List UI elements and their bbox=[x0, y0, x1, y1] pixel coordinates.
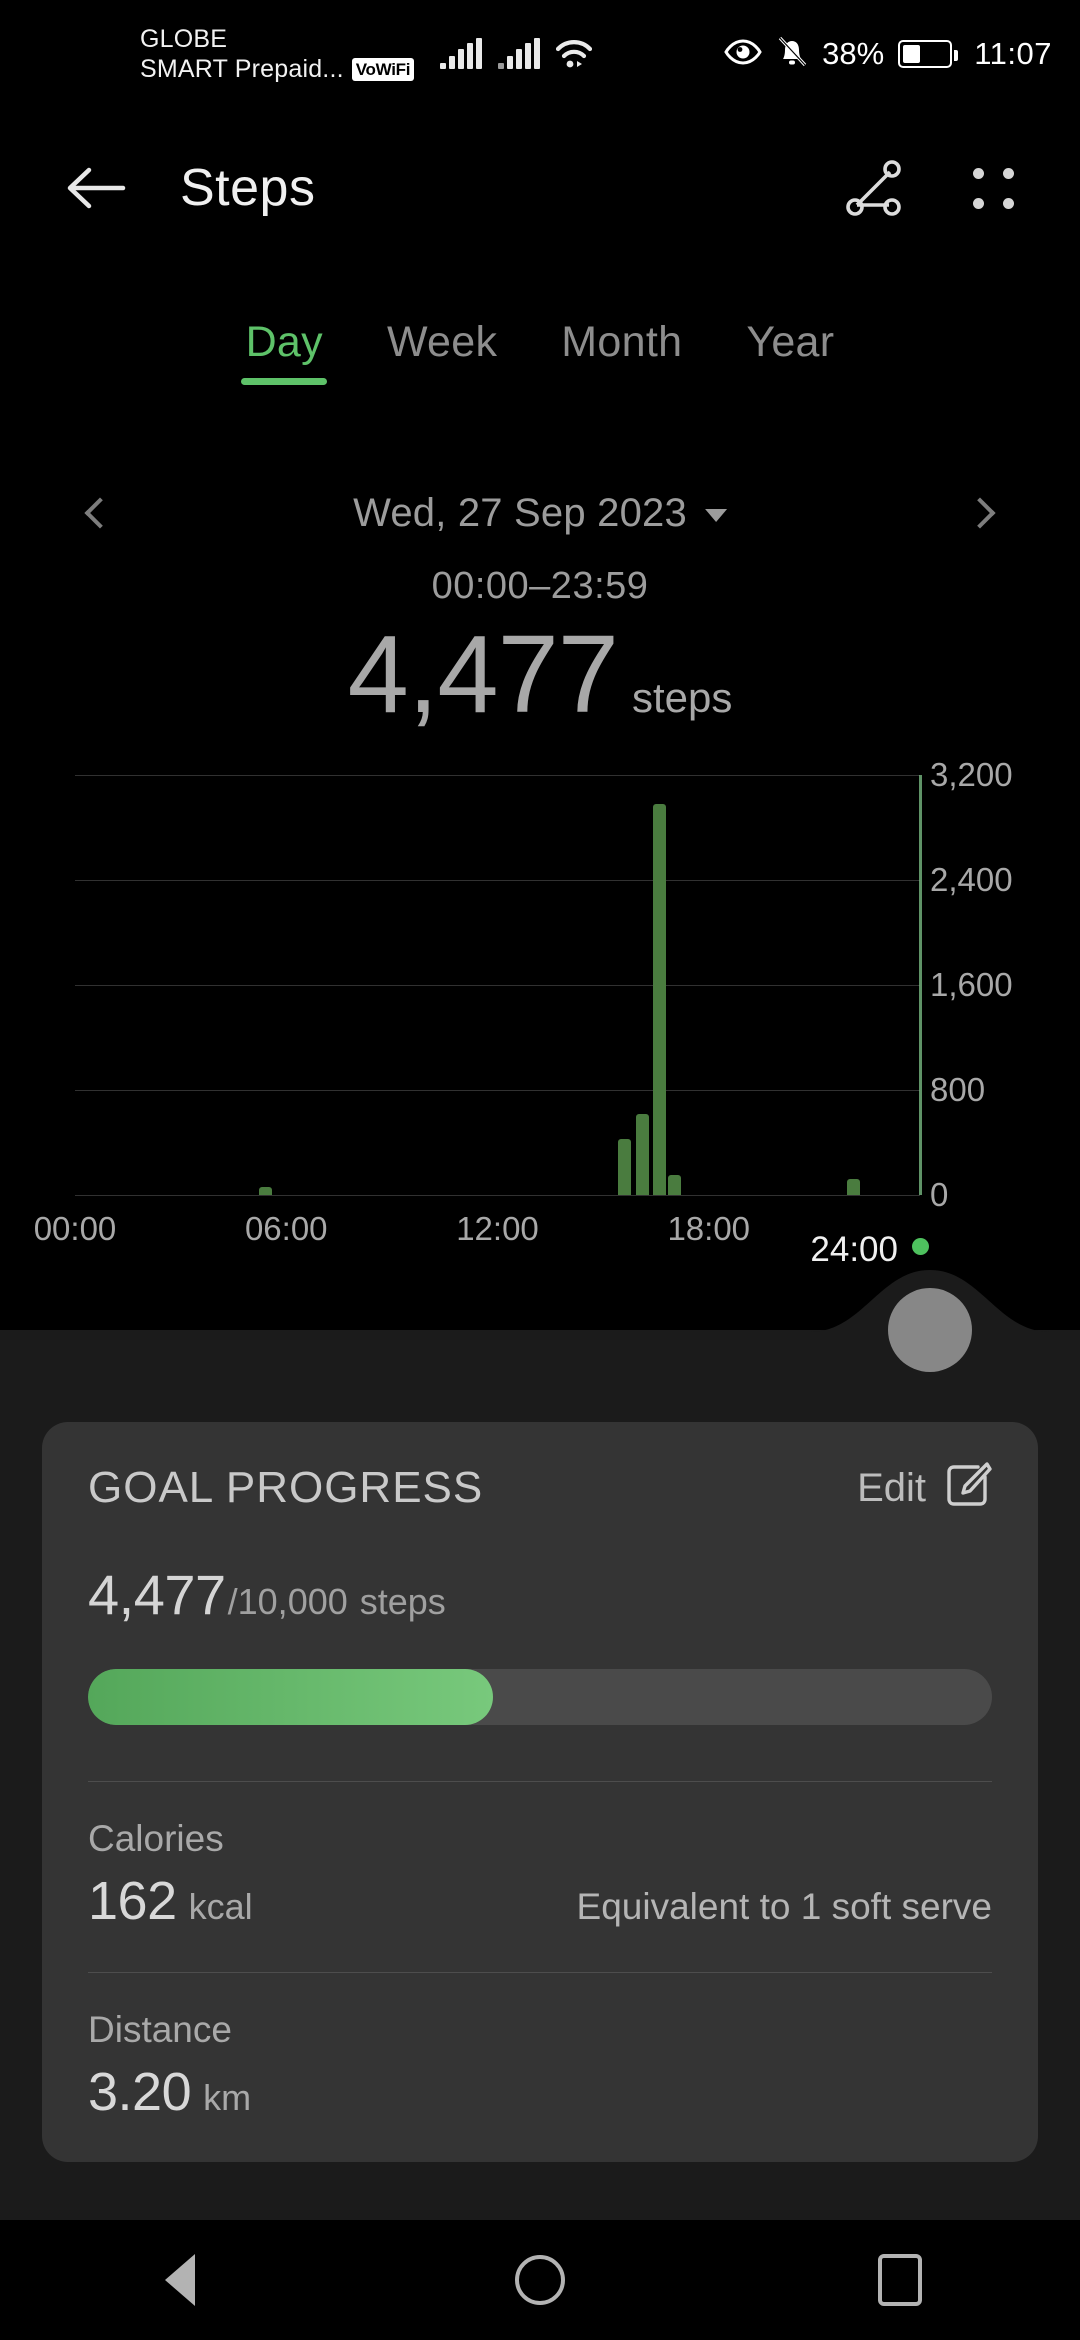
carrier-name-secondary: SMART Prepaid... bbox=[140, 55, 344, 83]
next-day-button[interactable] bbox=[940, 470, 1020, 556]
goal-card-title: GOAL PROGRESS bbox=[88, 1463, 484, 1512]
goal-progress-card: GOAL PROGRESS Edit 4,477 /10,000 steps C… bbox=[42, 1422, 1038, 2162]
battery-icon bbox=[898, 40, 959, 68]
chart-bar bbox=[259, 1187, 273, 1195]
card-divider bbox=[88, 1972, 992, 1973]
chart-x-tick-label: 12:00 bbox=[456, 1210, 539, 1247]
chart-y-tick-label: 1,600 bbox=[930, 966, 1013, 1003]
pencil-square-icon bbox=[942, 1461, 992, 1516]
metric-calories-value: 162 bbox=[88, 1871, 177, 1931]
carrier-name-primary: GLOBE bbox=[140, 24, 228, 53]
metric-calories-label: Calories bbox=[88, 1818, 224, 1859]
nav-home-button[interactable] bbox=[470, 2220, 610, 2340]
chart-end-marker-dot bbox=[912, 1238, 929, 1255]
status-bar: GLOBE SMART Prepaid... VoWiFi 38% 11:07 bbox=[0, 0, 1080, 108]
chart-y-tick-label: 2,400 bbox=[930, 861, 1013, 898]
nav-recents-button[interactable] bbox=[830, 2220, 970, 2340]
goal-target-value: /10,000 bbox=[227, 1581, 348, 1622]
goal-progress-values: 4,477 /10,000 steps bbox=[88, 1562, 992, 1627]
tab-month-label: Month bbox=[561, 318, 683, 366]
sheet-drag-handle[interactable] bbox=[888, 1288, 972, 1372]
chart-x-tick-label: 18:00 bbox=[667, 1210, 751, 1247]
chart-bars bbox=[75, 775, 920, 1195]
metric-calories-note: Equivalent to 1 soft serve bbox=[576, 1886, 992, 1927]
steps-total-value: 4,477 bbox=[347, 613, 619, 736]
tab-year[interactable]: Year bbox=[714, 318, 866, 367]
tab-day[interactable]: Day bbox=[214, 318, 355, 385]
goal-current-value: 4,477 bbox=[88, 1563, 226, 1626]
recents-square-icon bbox=[878, 2254, 922, 2306]
four-dots-menu-icon[interactable] bbox=[954, 149, 1032, 227]
chart-now-line bbox=[919, 775, 922, 1195]
date-selector[interactable]: Wed, 27 Sep 2023 bbox=[353, 470, 727, 556]
chevron-right-icon bbox=[964, 497, 996, 529]
selected-date-label: Wed, 27 Sep 2023 bbox=[353, 490, 687, 535]
tab-week-label: Week bbox=[386, 318, 498, 366]
chart-gridline bbox=[75, 1195, 920, 1196]
edit-goal-button[interactable]: Edit bbox=[857, 1461, 992, 1516]
steps-summary: 4,477 steps bbox=[0, 620, 1080, 730]
system-nav-bar bbox=[0, 2220, 1080, 2340]
status-signal-group bbox=[440, 38, 593, 69]
back-arrow-icon[interactable] bbox=[60, 152, 132, 224]
wifi-icon bbox=[556, 39, 593, 69]
chevron-left-icon bbox=[84, 497, 116, 529]
period-tabs: Day Week Month Year bbox=[0, 318, 1080, 418]
details-sheet: GOAL PROGRESS Edit 4,477 /10,000 steps C… bbox=[0, 1270, 1080, 2220]
card-divider bbox=[88, 1781, 992, 1782]
time-range-label: 00:00–23:59 bbox=[431, 565, 649, 607]
page-title: Steps bbox=[180, 159, 316, 217]
signal-bars-icon bbox=[498, 38, 541, 69]
caret-down-icon bbox=[704, 508, 727, 522]
app-bar: Steps bbox=[0, 108, 1080, 268]
tab-day-label: Day bbox=[245, 318, 323, 366]
goal-progress-fill bbox=[88, 1669, 493, 1725]
tab-week[interactable]: Week bbox=[355, 318, 529, 367]
metric-distance-unit: km bbox=[203, 2077, 252, 2118]
metric-distance: Distance 3.20 km bbox=[88, 2009, 992, 2123]
vowifi-badge: VoWiFi bbox=[351, 57, 415, 81]
battery-percent-label: 38% bbox=[822, 36, 885, 71]
carrier-info: GLOBE SMART Prepaid... VoWiFi bbox=[140, 24, 415, 85]
metric-calories: Calories 162 kcal Equivalent to 1 soft s… bbox=[88, 1818, 992, 1932]
previous-day-button[interactable] bbox=[60, 470, 140, 556]
signal-bars-icon bbox=[440, 38, 483, 69]
clock-label: 11:07 bbox=[974, 36, 1052, 71]
chart-y-tick-label: 3,200 bbox=[930, 756, 1013, 793]
goal-progress-bar bbox=[88, 1669, 992, 1725]
chart-bar bbox=[653, 803, 667, 1195]
goal-unit-label: steps bbox=[359, 1581, 446, 1622]
edit-goal-label: Edit bbox=[857, 1465, 926, 1510]
chart-y-tick-label: 0 bbox=[930, 1176, 949, 1213]
chart-bar bbox=[635, 1113, 649, 1195]
home-circle-icon bbox=[515, 2255, 565, 2305]
steps-chart[interactable]: 0 800 1,600 2,400 3,200 00:00 06:00 12:00 18:00… bbox=[0, 756, 1080, 1320]
nav-back-button[interactable] bbox=[110, 2220, 250, 2340]
metric-distance-value: 3.20 bbox=[88, 2062, 192, 2122]
tab-month[interactable]: Month bbox=[529, 318, 714, 367]
chart-bar bbox=[667, 1174, 681, 1195]
metric-distance-label: Distance bbox=[88, 2009, 232, 2050]
tab-active-underline bbox=[241, 378, 328, 385]
status-right-group: 38% 11:07 bbox=[724, 0, 1052, 108]
back-triangle-icon bbox=[165, 2254, 195, 2306]
chart-y-tick-label: 800 bbox=[930, 1071, 986, 1108]
chart-x-tick-label: 06:00 bbox=[244, 1210, 328, 1247]
metric-calories-unit: kcal bbox=[188, 1886, 253, 1927]
tab-year-label: Year bbox=[746, 318, 835, 366]
silent-bell-icon bbox=[776, 35, 808, 74]
phone-screen: GLOBE SMART Prepaid... VoWiFi 38% 11:07 … bbox=[0, 0, 1080, 2340]
eye-comfort-icon bbox=[724, 38, 762, 70]
chart-plot-area bbox=[75, 775, 922, 1196]
share-nodes-icon[interactable] bbox=[836, 149, 914, 227]
chart-bar bbox=[618, 1138, 632, 1195]
goal-card-header: GOAL PROGRESS Edit bbox=[88, 1422, 992, 1554]
date-navigator: Wed, 27 Sep 2023 bbox=[0, 470, 1080, 556]
chart-bar bbox=[847, 1179, 861, 1195]
chart-x-tick-label: 00:00 bbox=[33, 1210, 117, 1247]
steps-total-unit: steps bbox=[631, 674, 733, 721]
